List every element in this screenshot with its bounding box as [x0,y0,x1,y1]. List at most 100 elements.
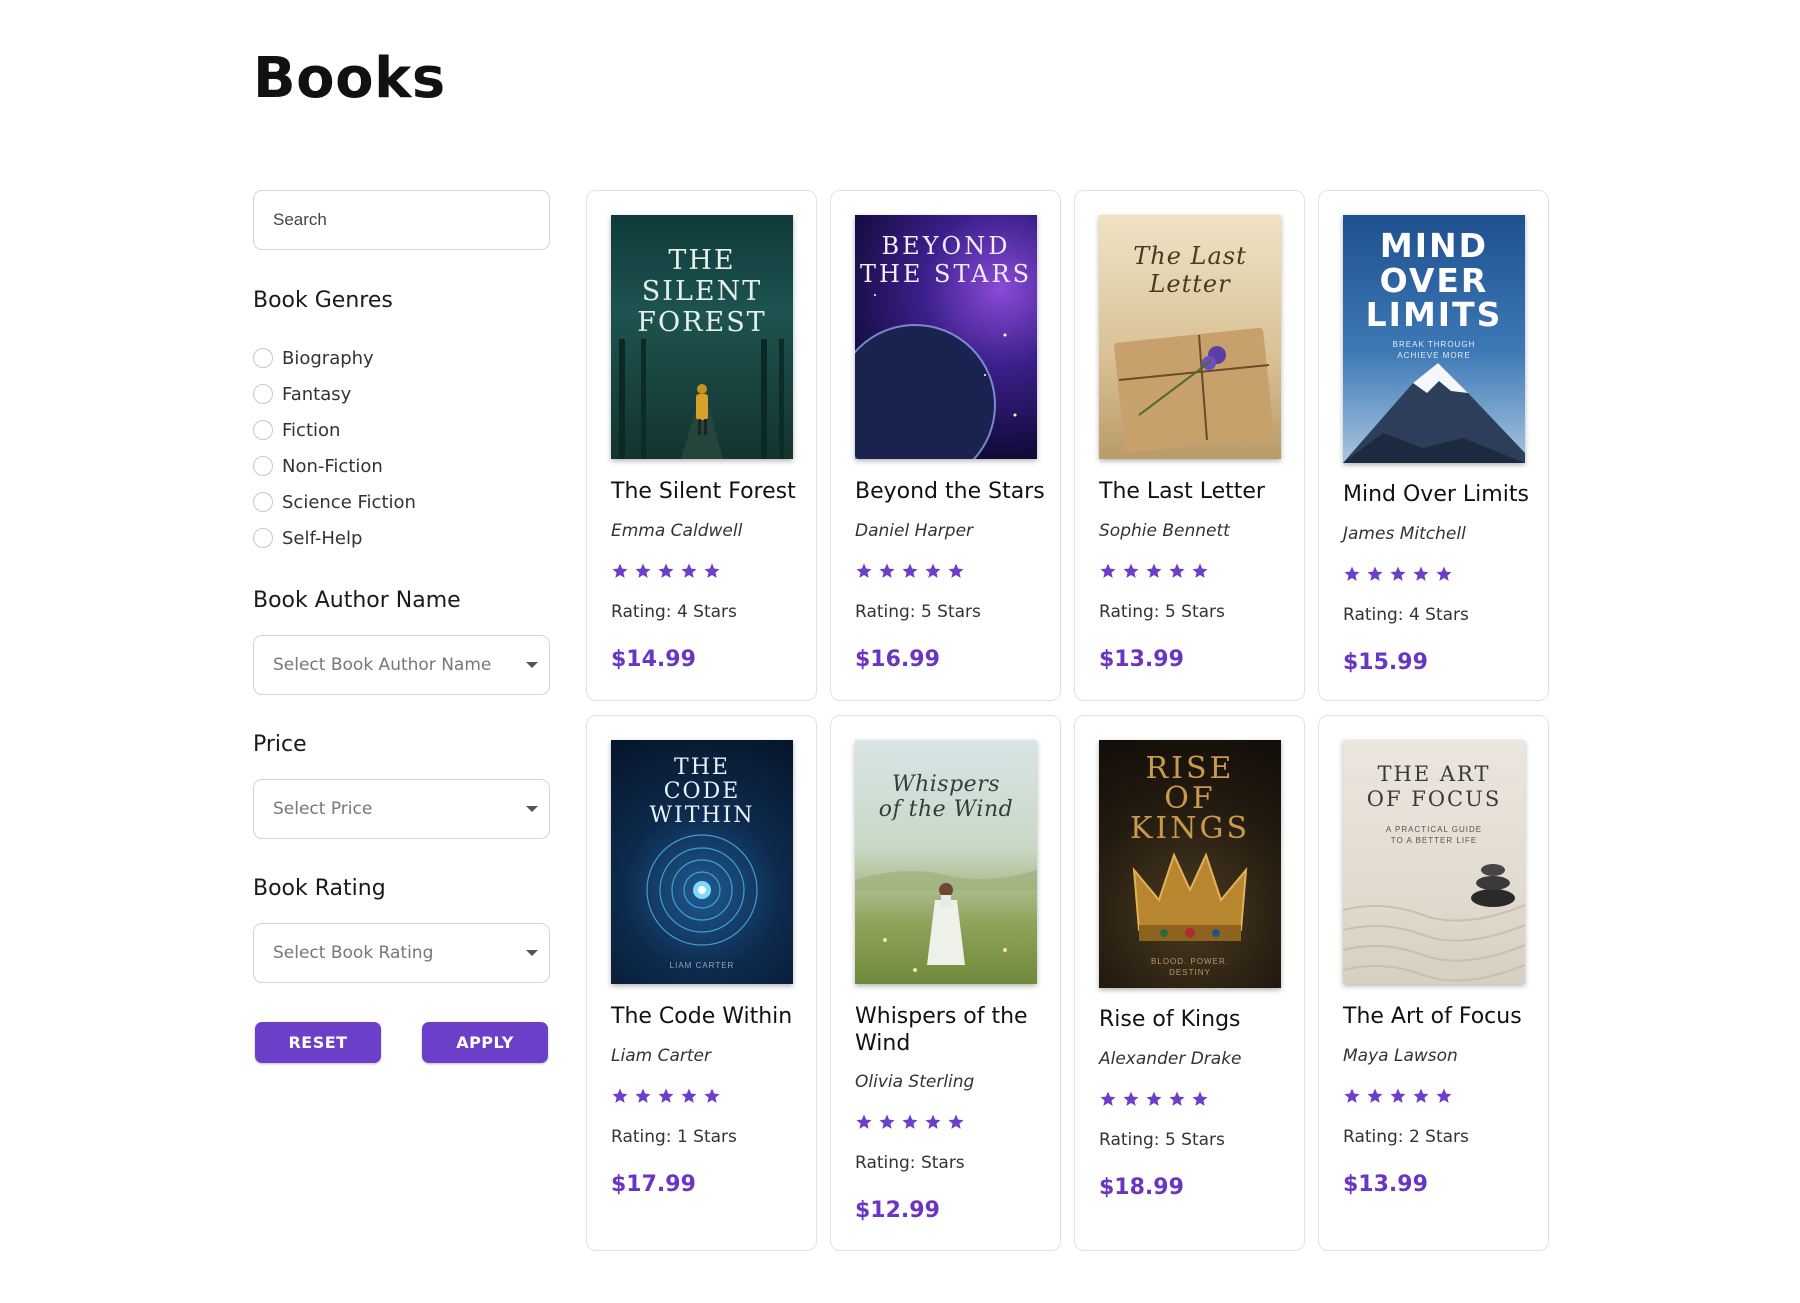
star-icon [1192,563,1208,578]
rating-text: Rating: 5 Stars [855,602,981,622]
star-icon [856,1114,872,1129]
star-icon [681,563,697,578]
radio-button[interactable] [253,456,273,476]
book-price: $16.99 [855,647,940,672]
star-icon [1123,563,1139,578]
star-icon [1413,566,1429,581]
book-card[interactable]: The Last Letter The Last Letter Sophie B… [1074,190,1305,701]
star-icon [635,563,651,578]
star-icon [1413,1088,1429,1103]
reset-button[interactable]: RESET [255,1022,381,1063]
genre-label: Non-Fiction [282,455,383,477]
chevron-down-icon [526,950,538,956]
book-card[interactable]: THE ART OF FOCUS A PRACTICAL GUIDE TO A … [1318,715,1549,1251]
book-price: $17.99 [611,1172,696,1197]
book-title[interactable]: The Silent Forest [611,478,801,505]
rating-select[interactable]: Select Book Rating [253,923,550,983]
rating-text: Rating: Stars [855,1153,965,1173]
star-icon [658,1088,674,1103]
book-author: Liam Carter [611,1046,711,1066]
rating-select-placeholder: Select Book Rating [273,943,434,963]
book-cover-image: Whispers of the Wind [855,740,1037,984]
price-select[interactable]: Select Price [253,779,550,839]
star-icon [704,1088,720,1103]
star-icon [1436,1088,1452,1103]
star-icon [1169,563,1185,578]
star-rating [855,1113,965,1131]
book-author: Daniel Harper [855,521,974,541]
genre-label: Biography [282,347,374,369]
star-icon [1367,566,1383,581]
star-icon [948,1114,964,1129]
book-title[interactable]: The Art of Focus [1343,1003,1533,1030]
book-price: $13.99 [1099,647,1184,672]
book-card[interactable]: THE SILENT FOREST The Silent Forest Emma… [586,190,817,701]
book-title[interactable]: Whispers of the Wind [855,1003,1045,1057]
genre-option-biography[interactable]: Biography [253,340,416,376]
book-cover-image: THE CODE WITHIN LIAM CARTER [611,740,793,984]
star-icon [635,1088,651,1103]
search-input[interactable] [253,190,550,250]
genre-label: Fantasy [282,383,352,405]
star-icon [902,1114,918,1129]
book-cover-image: THE SILENT FOREST [611,215,793,459]
book-price: $12.99 [855,1198,940,1223]
book-author: Maya Lawson [1343,1046,1458,1066]
genre-option-fantasy[interactable]: Fantasy [253,376,416,412]
chevron-down-icon [526,806,538,812]
star-icon [1169,1091,1185,1106]
genre-label: Science Fiction [282,491,416,513]
radio-button[interactable] [253,348,273,368]
book-title[interactable]: The Code Within [611,1003,801,1030]
genre-option-fiction[interactable]: Fiction [253,412,416,448]
book-card[interactable]: Whispers of the Wind Whispers of the Win… [830,715,1061,1251]
star-rating [855,562,965,580]
genre-label: Self-Help [282,527,363,549]
star-icon [1367,1088,1383,1103]
star-rating [611,562,721,580]
rating-text: Rating: 4 Stars [611,602,737,622]
star-icon [879,563,895,578]
star-icon [1100,563,1116,578]
star-icon [925,1114,941,1129]
book-title[interactable]: Rise of Kings [1099,1006,1289,1033]
price-heading: Price [253,732,307,757]
book-title[interactable]: Beyond the Stars [855,478,1045,505]
book-card[interactable]: BEYOND THE STARS Beyond the Stars Daniel… [830,190,1061,701]
star-icon [1390,566,1406,581]
star-rating [1343,565,1453,583]
radio-button[interactable] [253,492,273,512]
star-icon [1123,1091,1139,1106]
rating-text: Rating: 4 Stars [1343,605,1469,625]
page-title: Books [253,46,446,111]
radio-button[interactable] [253,420,273,440]
book-price: $13.99 [1343,1172,1428,1197]
genre-option-self-help[interactable]: Self-Help [253,520,416,556]
star-icon [1436,566,1452,581]
book-card[interactable]: THE CODE WITHIN LIAM CARTER The Code Wit… [586,715,817,1251]
genre-option-science-fiction[interactable]: Science Fiction [253,484,416,520]
star-icon [1344,566,1360,581]
star-icon [856,563,872,578]
apply-button[interactable]: APPLY [422,1022,548,1063]
star-icon [948,563,964,578]
radio-button[interactable] [253,384,273,404]
star-icon [1146,563,1162,578]
star-icon [612,563,628,578]
star-icon [704,563,720,578]
radio-button[interactable] [253,528,273,548]
star-rating [611,1087,721,1105]
author-select[interactable]: Select Book Author Name [253,635,550,695]
book-price: $15.99 [1343,650,1428,675]
book-cover-image: BEYOND THE STARS [855,215,1037,459]
star-rating [1099,1090,1209,1108]
book-title[interactable]: The Last Letter [1099,478,1289,505]
genre-option-non-fiction[interactable]: Non-Fiction [253,448,416,484]
book-cover-image: THE ART OF FOCUS A PRACTICAL GUIDE TO A … [1343,740,1525,984]
author-heading: Book Author Name [253,588,461,613]
star-icon [1146,1091,1162,1106]
book-title[interactable]: Mind Over Limits [1343,481,1533,508]
book-card[interactable]: MIND OVER LIMITS BREAK THROUGH ACHIEVE M… [1318,190,1549,701]
chevron-down-icon [526,662,538,668]
book-card[interactable]: RISE OF KINGS BLOOD. POWER. DESTINY Rise… [1074,715,1305,1251]
